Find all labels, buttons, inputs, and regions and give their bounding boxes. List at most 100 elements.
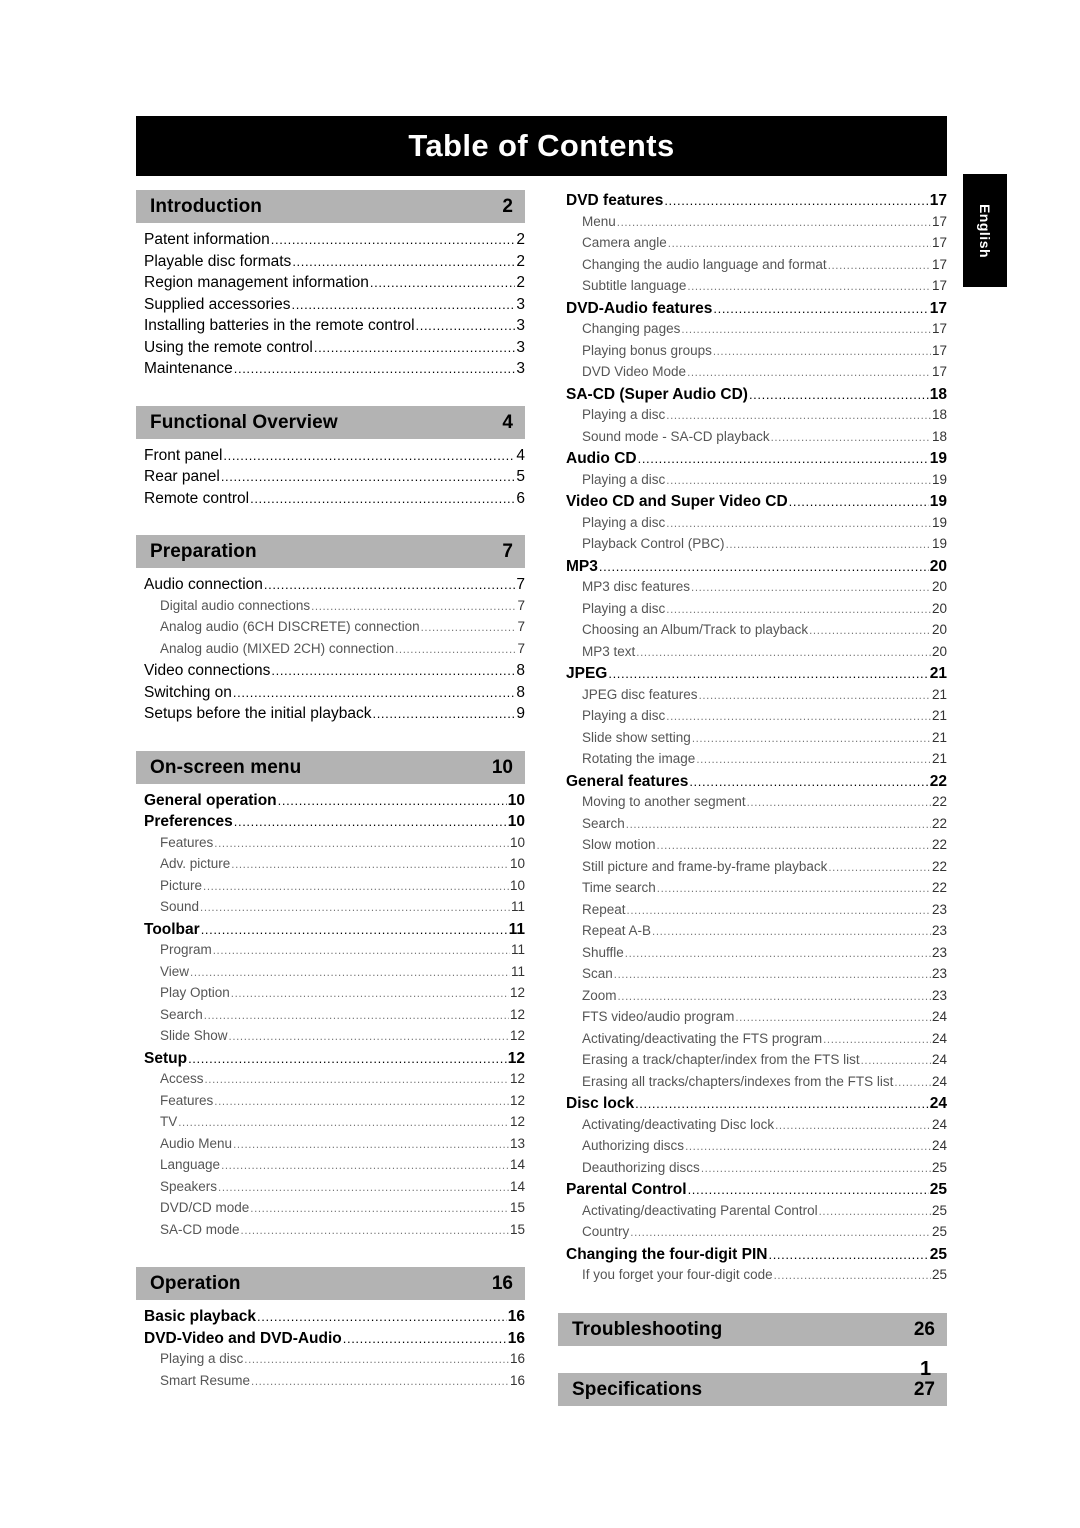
toc-entry[interactable]: General features........................…	[558, 771, 947, 793]
toc-entry[interactable]: Authorizing discs.......................…	[558, 1136, 947, 1158]
toc-entry[interactable]: Scan....................................…	[558, 964, 947, 986]
toc-entry[interactable]: Play Option.............................…	[136, 983, 525, 1005]
toc-entry[interactable]: Shuffle.................................…	[558, 943, 947, 965]
toc-entry[interactable]: Still picture and frame-by-frame playbac…	[558, 857, 947, 879]
toc-entry[interactable]: Playing a disc..........................…	[558, 470, 947, 492]
toc-entry[interactable]: Choosing an Album/Track to playback.....…	[558, 620, 947, 642]
toc-entry[interactable]: Audio Menu..............................…	[136, 1134, 525, 1156]
toc-entry[interactable]: SA-CD mode..............................…	[136, 1220, 525, 1242]
toc-entry[interactable]: Search..................................…	[558, 814, 947, 836]
toc-entry[interactable]: Repeat..................................…	[558, 900, 947, 922]
toc-entry[interactable]: Installing batteries in the remote contr…	[136, 315, 525, 337]
toc-entry[interactable]: Basic playback..........................…	[136, 1306, 525, 1328]
toc-entry[interactable]: Front panel.............................…	[136, 445, 525, 467]
toc-leader-dots: ........................................…	[689, 773, 929, 789]
toc-entry[interactable]: Rotating the image......................…	[558, 749, 947, 771]
toc-entry[interactable]: Switching on............................…	[136, 682, 525, 704]
toc-entry[interactable]: Audio CD................................…	[558, 448, 947, 470]
toc-entry[interactable]: Repeat A-B..............................…	[558, 921, 947, 943]
toc-entry[interactable]: Menu....................................…	[558, 212, 947, 234]
toc-entry[interactable]: Video CD and Super Video CD.............…	[558, 491, 947, 513]
toc-entry[interactable]: Access..................................…	[136, 1069, 525, 1091]
toc-entry[interactable]: Features................................…	[136, 833, 525, 855]
toc-entry[interactable]: Activating/deactivating the FTS program.…	[558, 1029, 947, 1051]
toc-entry[interactable]: Deauthorizing discs.....................…	[558, 1158, 947, 1180]
toc-entry[interactable]: FTS video/audio program.................…	[558, 1007, 947, 1029]
toc-entry[interactable]: Speakers................................…	[136, 1177, 525, 1199]
toc-entry[interactable]: Playable disc formats...................…	[136, 251, 525, 273]
toc-entry[interactable]: Changing the audio language and format..…	[558, 255, 947, 277]
toc-entry[interactable]: Playing a disc..........................…	[558, 513, 947, 535]
toc-entry[interactable]: Playing a disc..........................…	[558, 599, 947, 621]
toc-entry[interactable]: Smart Resume............................…	[136, 1371, 525, 1393]
toc-entry[interactable]: DVD features............................…	[558, 190, 947, 212]
toc-entry[interactable]: Erasing all tracks/chapters/indexes from…	[558, 1072, 947, 1094]
toc-entry[interactable]: MP3 text................................…	[558, 642, 947, 664]
toc-entry[interactable]: Changing the four-digit PIN.............…	[558, 1244, 947, 1266]
toc-entry[interactable]: Using the remote control................…	[136, 337, 525, 359]
toc-entry[interactable]: If you forget your four-digit code......…	[558, 1265, 947, 1287]
toc-entry[interactable]: Playback Control (PBC)..................…	[558, 534, 947, 556]
toc-entry[interactable]: Search..................................…	[136, 1005, 525, 1027]
toc-entry[interactable]: Supplied accessories....................…	[136, 294, 525, 316]
toc-entry[interactable]: Activating/deactivating Disc lock.......…	[558, 1115, 947, 1137]
toc-entry-page: 20	[931, 643, 947, 659]
toc-entry-page: 19	[929, 493, 947, 510]
toc-entry[interactable]: Setup...................................…	[136, 1048, 525, 1070]
toc-entry[interactable]: Playing a disc..........................…	[558, 706, 947, 728]
toc-entry[interactable]: Parental Control........................…	[558, 1179, 947, 1201]
toc-entry[interactable]: Erasing a track/chapter/index from the F…	[558, 1050, 947, 1072]
toc-entry[interactable]: Changing pages..........................…	[558, 319, 947, 341]
toc-entry[interactable]: General operation.......................…	[136, 790, 525, 812]
toc-entry[interactable]: JPEG....................................…	[558, 663, 947, 685]
toc-entry[interactable]: DVD Video Mode..........................…	[558, 362, 947, 384]
toc-entry[interactable]: Playing a disc..........................…	[136, 1349, 525, 1371]
toc-entry[interactable]: Playing a disc..........................…	[558, 405, 947, 427]
toc-entry[interactable]: Zoom....................................…	[558, 986, 947, 1008]
toc-entry[interactable]: Picture.................................…	[136, 876, 525, 898]
toc-entry[interactable]: Subtitle language.......................…	[558, 276, 947, 298]
toc-entry[interactable]: Time search.............................…	[558, 878, 947, 900]
toc-entry[interactable]: Moving to another segment...............…	[558, 792, 947, 814]
toc-entry[interactable]: Country.................................…	[558, 1222, 947, 1244]
toc-entry-label: Changing the four-digit PIN	[566, 1245, 768, 1263]
toc-entry[interactable]: Analog audio (MIXED 2CH) connection.....…	[136, 639, 525, 661]
toc-entry[interactable]: DVD/CD mode.............................…	[136, 1198, 525, 1220]
toc-entry[interactable]: Camera angle............................…	[558, 233, 947, 255]
toc-entry[interactable]: SA-CD (Super Audio CD)..................…	[558, 384, 947, 406]
toc-entry[interactable]: DVD-Video and DVD-Audio.................…	[136, 1328, 525, 1350]
toc-entry[interactable]: Program.................................…	[136, 940, 525, 962]
toc-entry[interactable]: Features................................…	[136, 1091, 525, 1113]
toc-entry[interactable]: MP3.....................................…	[558, 556, 947, 578]
toc-leader-dots: ........................................…	[616, 216, 931, 229]
toc-entry[interactable]: JPEG disc features......................…	[558, 685, 947, 707]
toc-entry[interactable]: DVD-Audio features......................…	[558, 298, 947, 320]
toc-entry[interactable]: Sound mode - SA-CD playback.............…	[558, 427, 947, 449]
toc-entry[interactable]: Disc lock...............................…	[558, 1093, 947, 1115]
toc-entry[interactable]: Video connections.......................…	[136, 660, 525, 682]
toc-entry[interactable]: Remote control..........................…	[136, 488, 525, 510]
toc-entry[interactable]: Preferences.............................…	[136, 811, 525, 833]
toc-entry[interactable]: Region management information...........…	[136, 272, 525, 294]
toc-entry[interactable]: Slow motion.............................…	[558, 835, 947, 857]
toc-entry[interactable]: Playing bonus groups....................…	[558, 341, 947, 363]
toc-entry[interactable]: Slide show setting......................…	[558, 728, 947, 750]
toc-leader-dots: ........................................…	[630, 1227, 931, 1239]
toc-entry[interactable]: Adv. picture............................…	[136, 854, 525, 876]
toc-entry-label: Time search	[582, 880, 656, 895]
toc-entry[interactable]: Activating/deactivating Parental Control…	[558, 1201, 947, 1223]
toc-entry[interactable]: MP3 disc features.......................…	[558, 577, 947, 599]
toc-entry[interactable]: Language................................…	[136, 1155, 525, 1177]
toc-entry[interactable]: TV......................................…	[136, 1112, 525, 1134]
toc-entry[interactable]: Toolbar.................................…	[136, 919, 525, 941]
toc-entry[interactable]: Maintenance.............................…	[136, 358, 525, 380]
toc-entry[interactable]: Rear panel..............................…	[136, 466, 525, 488]
toc-entry[interactable]: Patent information......................…	[136, 229, 525, 251]
toc-entry[interactable]: Setups before the initial playback......…	[136, 703, 525, 725]
toc-entry[interactable]: Slide Show..............................…	[136, 1026, 525, 1048]
toc-entry[interactable]: Analog audio (6CH DISCRETE) connection..…	[136, 617, 525, 639]
toc-entry[interactable]: Digital audio connections...............…	[136, 596, 525, 618]
toc-entry[interactable]: Sound...................................…	[136, 897, 525, 919]
toc-entry[interactable]: Audio connection........................…	[136, 574, 525, 596]
toc-entry[interactable]: View....................................…	[136, 962, 525, 984]
